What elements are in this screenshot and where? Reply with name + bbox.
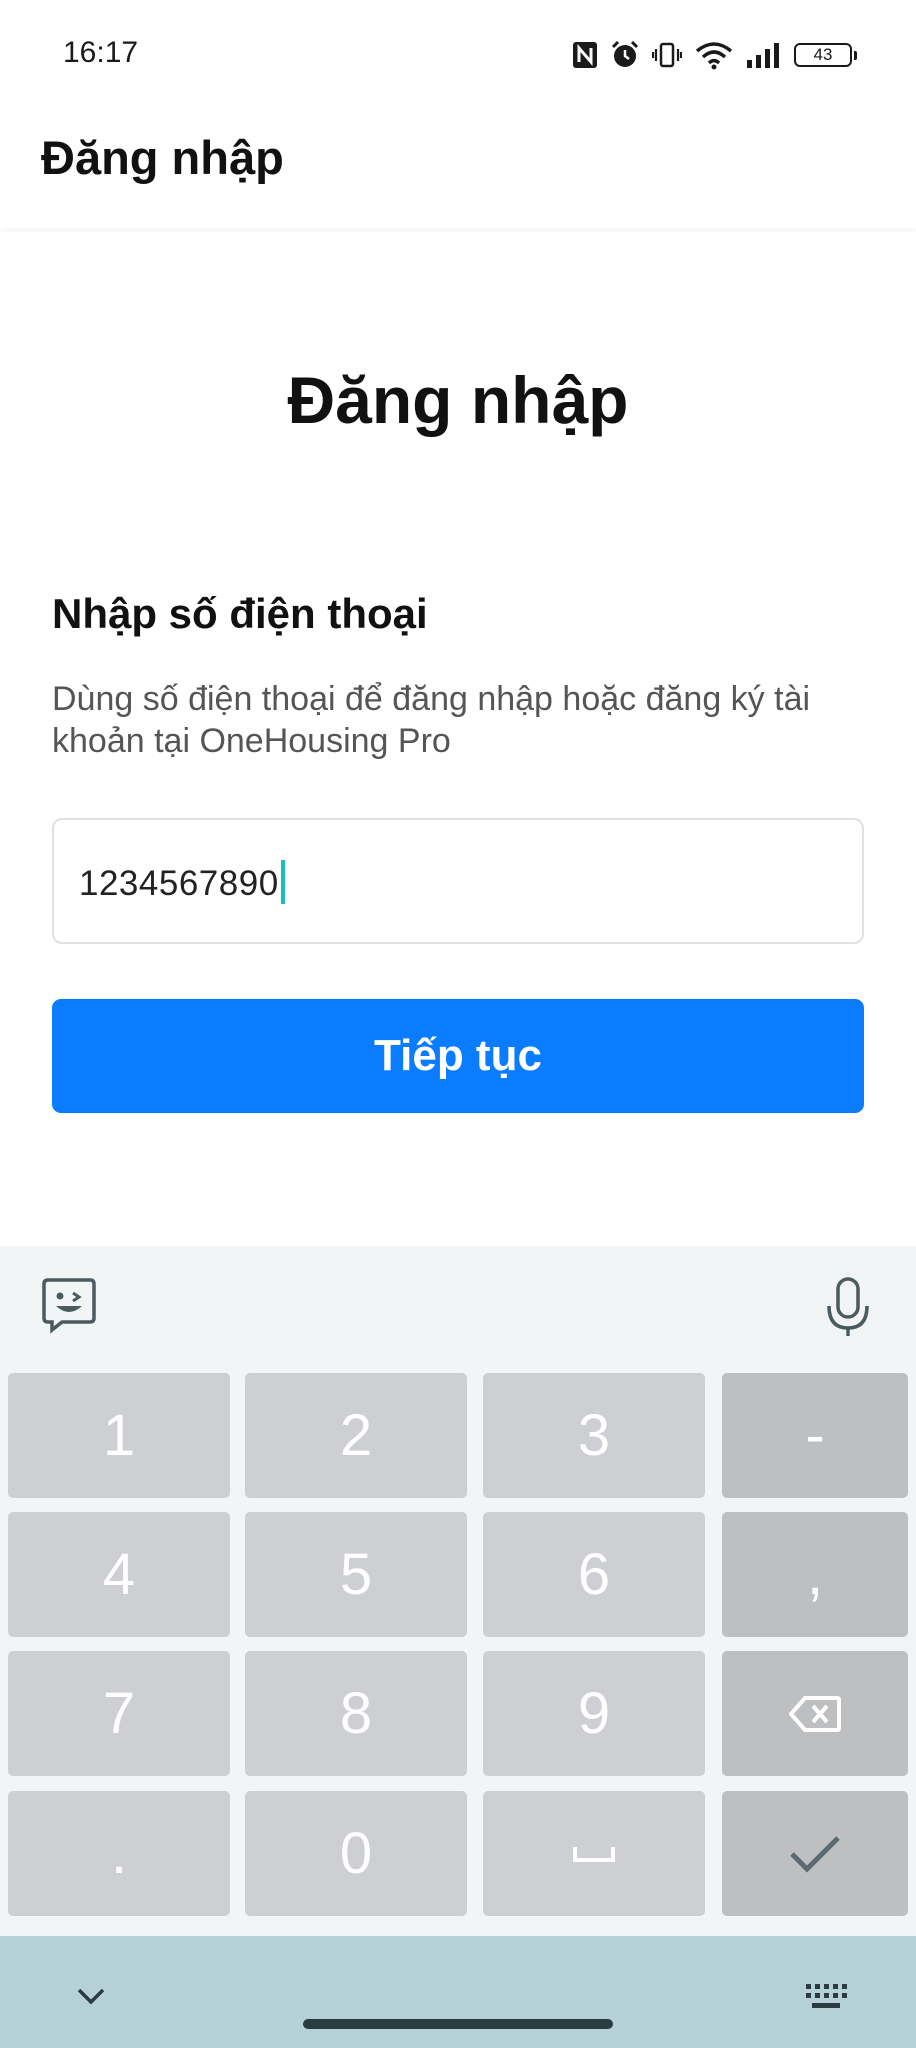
signal-icon	[747, 43, 779, 68]
battery-icon: 43	[794, 43, 857, 67]
wifi-icon	[695, 42, 733, 70]
keyboard-toolbar	[0, 1246, 916, 1370]
key-backspace[interactable]	[722, 1651, 908, 1776]
key-period[interactable]: .	[8, 1791, 230, 1916]
key-7[interactable]: 7	[8, 1651, 230, 1776]
key-9[interactable]: 9	[483, 1651, 705, 1776]
checkmark-icon	[790, 1835, 840, 1873]
key-3[interactable]: 3	[483, 1373, 705, 1498]
app-bar-title: Đăng nhập	[41, 131, 284, 184]
key-8[interactable]: 8	[245, 1651, 467, 1776]
key-2[interactable]: 2	[245, 1373, 467, 1498]
microphone-icon[interactable]	[824, 1276, 872, 1338]
page-heading: Đăng nhập	[287, 363, 629, 437]
phone-number-value-wrap: 1234567890	[79, 860, 285, 904]
section-title: Nhập số điện thoại	[52, 590, 428, 637]
text-caret	[280, 860, 285, 904]
key-5[interactable]: 5	[245, 1512, 467, 1637]
keyboard-icon[interactable]	[804, 1980, 848, 2012]
key-1[interactable]: 1	[8, 1373, 230, 1498]
key-4[interactable]: 4	[8, 1512, 230, 1637]
numeric-keyboard: 1 2 3 - 4 5 6 , 7 8 9 . 0	[0, 1246, 916, 1936]
status-icons: 43	[572, 38, 857, 72]
emoji-icon[interactable]	[40, 1276, 98, 1334]
key-0[interactable]: 0	[245, 1791, 467, 1916]
key-6[interactable]: 6	[483, 1512, 705, 1637]
backspace-icon	[789, 1695, 841, 1732]
key-comma[interactable]: ,	[722, 1512, 908, 1637]
section-description: Dùng số điện thoại để đăng nhập hoặc đăn…	[52, 680, 811, 760]
vibrate-icon	[652, 42, 682, 68]
app-bar: Đăng nhập	[0, 108, 916, 228]
phone-number-input[interactable]: 1234567890	[52, 818, 864, 944]
battery-level: 43	[813, 45, 833, 64]
space-icon	[573, 1846, 615, 1862]
home-indicator[interactable]	[303, 2019, 613, 2029]
navigation-bar	[0, 1936, 916, 2048]
status-bar: 16:17 43	[0, 0, 916, 108]
key-space[interactable]	[483, 1791, 705, 1916]
continue-button[interactable]: Tiếp tục	[52, 999, 864, 1113]
login-content: Đăng nhập Nhập số điện thoại Dùng số điệ…	[0, 232, 916, 1246]
key-minus[interactable]: -	[722, 1373, 908, 1498]
phone-number-value: 1234567890	[79, 864, 279, 903]
key-enter[interactable]	[722, 1791, 908, 1916]
nfc-icon	[573, 42, 597, 68]
status-time: 16:17	[63, 36, 139, 69]
chevron-down-icon[interactable]	[76, 1986, 106, 2006]
alarm-icon	[611, 40, 639, 67]
